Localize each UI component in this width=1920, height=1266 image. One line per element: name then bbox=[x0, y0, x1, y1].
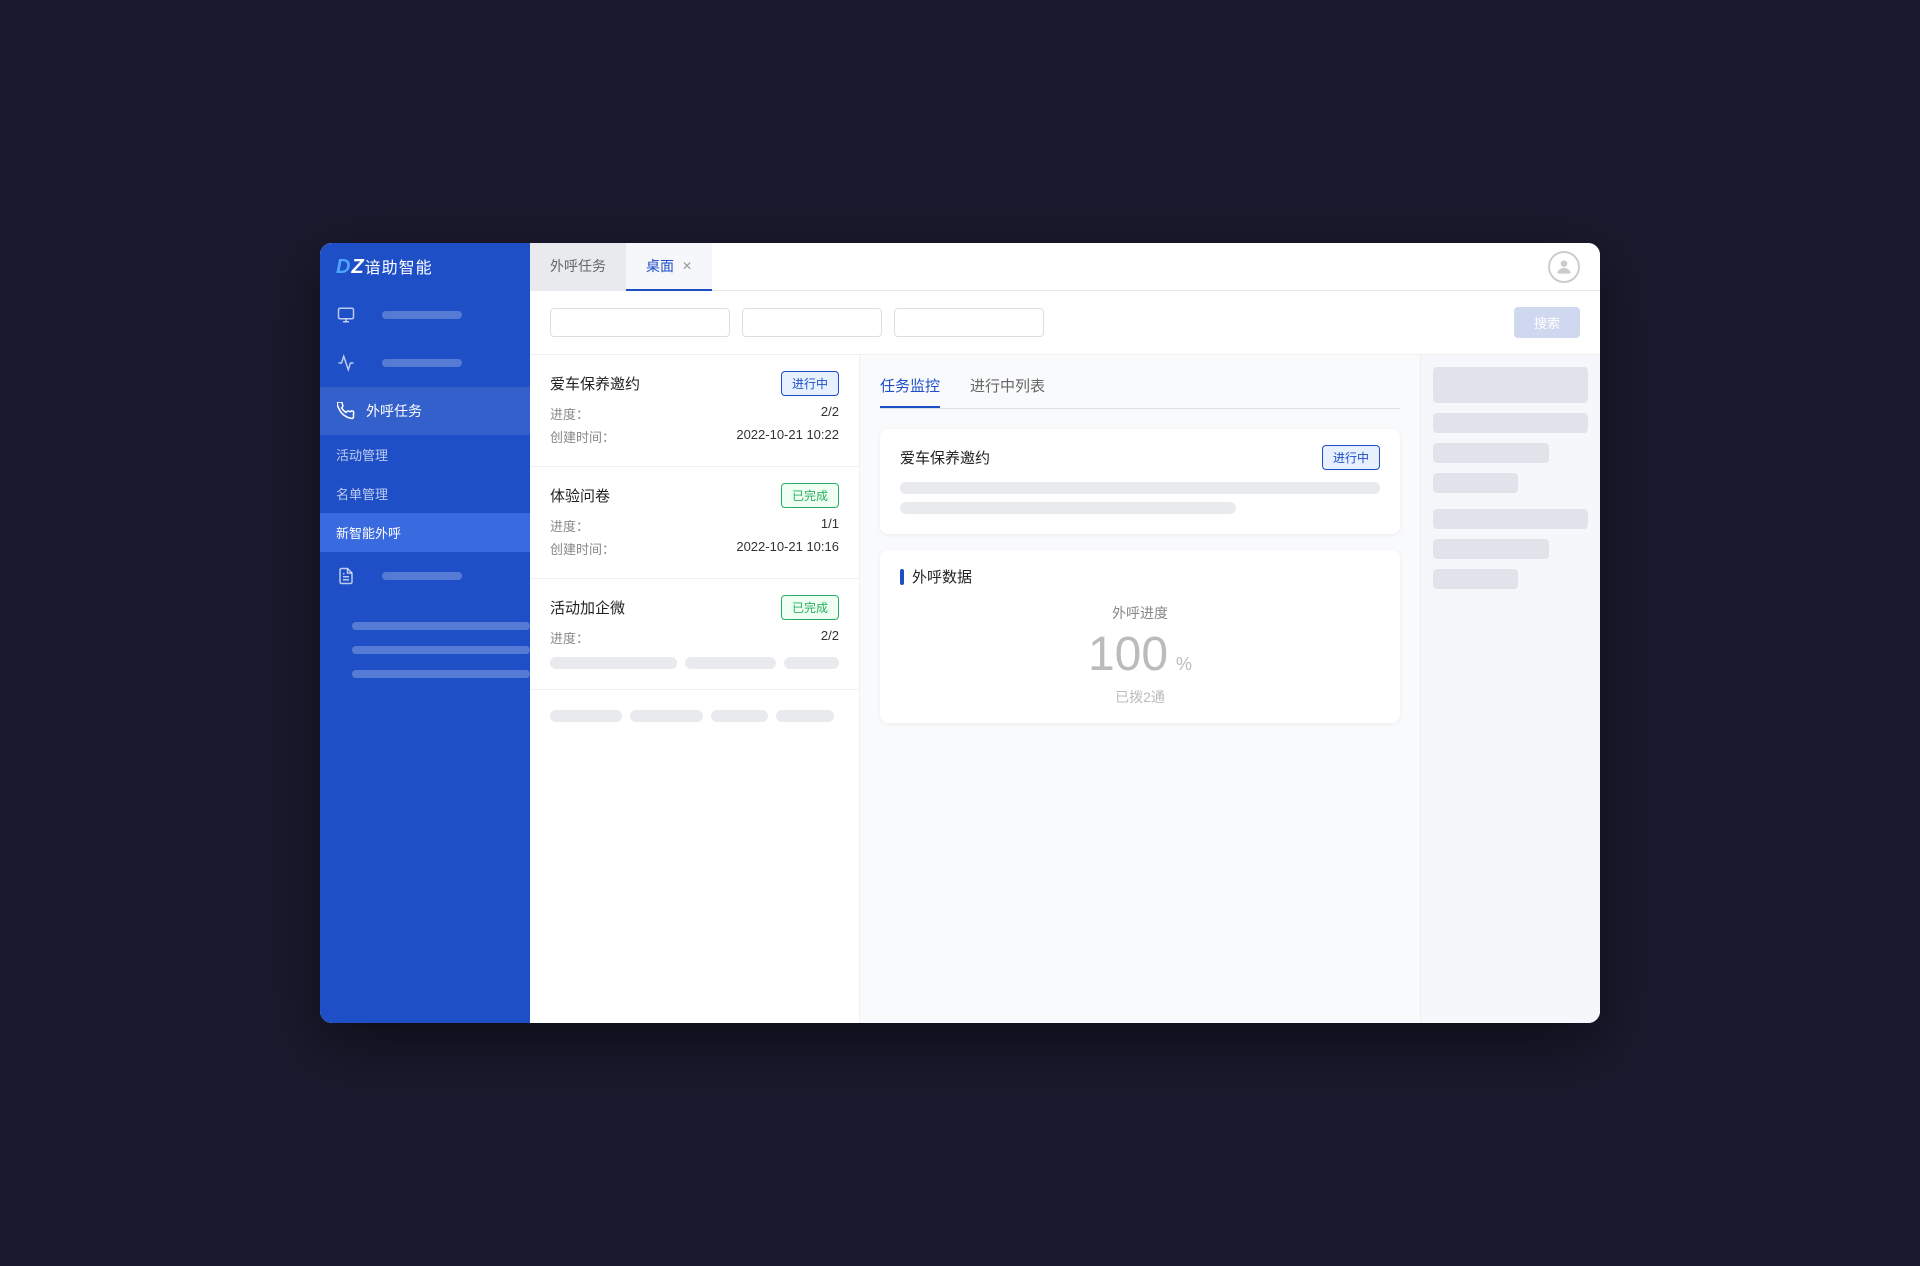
task-card-1-header: 爱车保养邀约 进行中 bbox=[550, 371, 839, 396]
rp-block-2 bbox=[1433, 413, 1588, 433]
tab-bar: 外呼任务 桌面 ✕ bbox=[530, 243, 1548, 291]
monitor-task-name: 爱车保养邀约 bbox=[900, 447, 990, 468]
sidebar-sub-list-label: 名单管理 bbox=[336, 484, 388, 503]
user-avatar[interactable] bbox=[1548, 251, 1580, 283]
outbound-title-text: 外呼数据 bbox=[912, 566, 972, 587]
task-card-3[interactable]: 活动加企微 已完成 进度： 2/2 bbox=[530, 579, 859, 690]
filter-input-3[interactable] bbox=[894, 308, 1044, 337]
rp-block-4 bbox=[1433, 473, 1518, 493]
content-area: 搜索 爱车保养邀约 进行中 进度： 2/2 bbox=[530, 291, 1600, 1023]
detail-tab-ongoing[interactable]: 进行中列表 bbox=[970, 375, 1045, 408]
app-logo: DZ谙助智能 bbox=[336, 254, 433, 279]
phone-icon bbox=[336, 401, 356, 421]
tab-outbound-label: 外呼任务 bbox=[550, 256, 606, 276]
task-3-progress-value: 2/2 bbox=[821, 628, 839, 647]
tab-outbound[interactable]: 外呼任务 bbox=[530, 243, 626, 291]
task-2-status: 已完成 bbox=[781, 483, 839, 508]
detail-panel: 任务监控 进行中列表 爱车保养邀约 进行中 bbox=[860, 355, 1420, 1023]
sidebar-sub-smart-label: 新智能外呼 bbox=[336, 523, 401, 542]
outbound-stats: 外呼进度 100 % 已拨2通 bbox=[900, 603, 1380, 707]
monitor-task-row: 爱车保养邀约 进行中 bbox=[900, 445, 1380, 470]
task-3-progress-label: 进度： bbox=[550, 628, 589, 647]
doc-icon bbox=[336, 566, 356, 586]
sidebar-sub-activity[interactable]: 活动管理 bbox=[320, 435, 530, 474]
sidebar-item-doc[interactable] bbox=[320, 552, 530, 600]
task-card-2-header: 体验问卷 已完成 bbox=[550, 483, 839, 508]
sidebar-outbound-label: 外呼任务 bbox=[366, 401, 422, 421]
task-2-created-value: 2022-10-21 10:16 bbox=[736, 539, 839, 558]
logo-suffix: 谙助智能 bbox=[365, 260, 433, 277]
task-1-created-label: 创建时间： bbox=[550, 427, 615, 446]
rp-block-1 bbox=[1433, 367, 1588, 403]
app-window: DZ谙助智能 外呼任务 桌面 ✕ bbox=[320, 243, 1600, 1023]
task-1-name: 爱车保养邀约 bbox=[550, 373, 640, 394]
outbound-progress-unit: % bbox=[1176, 654, 1192, 675]
rp-block-7 bbox=[1433, 569, 1518, 589]
rp-block-5 bbox=[1433, 509, 1588, 529]
task-1-created-value: 2022-10-21 10:22 bbox=[736, 427, 839, 446]
title-bar: DZ谙助智能 外呼任务 桌面 ✕ bbox=[320, 243, 1600, 291]
sidebar-item-chart[interactable] bbox=[320, 339, 530, 387]
tab-close-icon[interactable]: ✕ bbox=[682, 259, 692, 273]
chart-icon bbox=[336, 353, 356, 373]
task-2-progress-value: 1/1 bbox=[821, 516, 839, 535]
outbound-progress-value-row: 100 % bbox=[900, 631, 1380, 679]
sidebar-sub-smart[interactable]: 新智能外呼 bbox=[320, 513, 530, 552]
outbound-section: 外呼数据 外呼进度 100 % 已拨2通 bbox=[880, 550, 1400, 723]
task-card-3-header: 活动加企微 已完成 bbox=[550, 595, 839, 620]
logo-area: DZ谙助智能 bbox=[320, 243, 530, 291]
tab-desktop[interactable]: 桌面 ✕ bbox=[626, 243, 712, 291]
search-button[interactable]: 搜索 bbox=[1514, 307, 1580, 338]
sidebar-sub-activity-label: 活动管理 bbox=[336, 445, 388, 464]
task-3-status: 已完成 bbox=[781, 595, 839, 620]
task-3-name: 活动加企微 bbox=[550, 597, 625, 618]
task-1-progress: 进度： 2/2 bbox=[550, 404, 839, 423]
outbound-calls-label: 已拨2通 bbox=[900, 687, 1380, 707]
filter-input-1[interactable] bbox=[550, 308, 730, 337]
detail-tab-monitor[interactable]: 任务监控 bbox=[880, 375, 940, 408]
task-2-name: 体验问卷 bbox=[550, 485, 610, 506]
task-1-progress-value: 2/2 bbox=[821, 404, 839, 423]
section-title-bar bbox=[900, 569, 904, 585]
filter-bar: 搜索 bbox=[530, 291, 1600, 355]
task-list: 爱车保养邀约 进行中 进度： 2/2 创建时间： 2022-10-21 10:2… bbox=[530, 355, 860, 1023]
sidebar-sub-list[interactable]: 名单管理 bbox=[320, 474, 530, 513]
main-layout: 外呼任务 活动管理 名单管理 新智能外呼 bbox=[320, 291, 1600, 1023]
outbound-section-title: 外呼数据 bbox=[900, 566, 1380, 587]
sidebar-item-outbound[interactable]: 外呼任务 bbox=[320, 387, 530, 435]
monitor-task-status: 进行中 bbox=[1322, 445, 1380, 470]
rp-block-6 bbox=[1433, 539, 1549, 559]
right-panel bbox=[1420, 355, 1600, 1023]
rp-block-3 bbox=[1433, 443, 1549, 463]
sidebar-item-monitor[interactable] bbox=[320, 291, 530, 339]
task-2-created-label: 创建时间： bbox=[550, 539, 615, 558]
task-1-status: 进行中 bbox=[781, 371, 839, 396]
task-1-created: 创建时间： 2022-10-21 10:22 bbox=[550, 427, 839, 446]
filter-input-2[interactable] bbox=[742, 308, 882, 337]
task-2-created: 创建时间： 2022-10-21 10:16 bbox=[550, 539, 839, 558]
task-1-progress-label: 进度： bbox=[550, 404, 589, 423]
task-3-progress: 进度： 2/2 bbox=[550, 628, 839, 647]
detail-tabs: 任务监控 进行中列表 bbox=[880, 375, 1400, 409]
tab-desktop-label: 桌面 bbox=[646, 256, 674, 276]
monitor-section: 爱车保养邀约 进行中 bbox=[880, 429, 1400, 534]
sidebar: 外呼任务 活动管理 名单管理 新智能外呼 bbox=[320, 291, 530, 1023]
task-card-2[interactable]: 体验问卷 已完成 进度： 1/1 创建时间： 2022-10-21 10:16 bbox=[530, 467, 859, 579]
outbound-progress-value: 100 bbox=[1088, 631, 1168, 679]
outbound-progress-label: 外呼进度 bbox=[900, 603, 1380, 623]
content-body: 爱车保养邀约 进行中 进度： 2/2 创建时间： 2022-10-21 10:2… bbox=[530, 355, 1600, 1023]
task-2-progress: 进度： 1/1 bbox=[550, 516, 839, 535]
monitor-icon bbox=[336, 305, 356, 325]
logo-prefix: D bbox=[336, 256, 351, 278]
task-2-progress-label: 进度： bbox=[550, 516, 589, 535]
task-card-1[interactable]: 爱车保养邀约 进行中 进度： 2/2 创建时间： 2022-10-21 10:2… bbox=[530, 355, 859, 467]
